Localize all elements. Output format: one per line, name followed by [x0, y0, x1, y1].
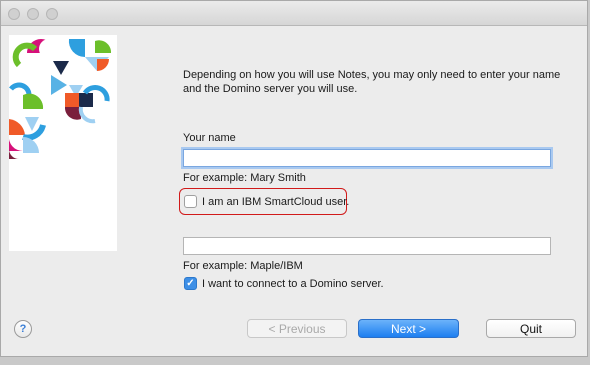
domino-checkbox-row[interactable]: ✓ I want to connect to a Domino server.: [184, 277, 384, 290]
domino-label[interactable]: I want to connect to a Domino server.: [202, 278, 384, 290]
decorative-artwork: [9, 35, 117, 251]
server-example-text: For example: Maple/IBM: [183, 260, 303, 272]
previous-button[interactable]: < Previous: [247, 319, 347, 338]
smartcloud-checkbox[interactable]: [184, 195, 197, 208]
name-input[interactable]: [183, 149, 551, 167]
intro-text: Depending on how you will use Notes, you…: [183, 69, 561, 95]
smartcloud-label[interactable]: I am an IBM SmartCloud user.: [202, 196, 349, 208]
domino-server-input[interactable]: [183, 237, 551, 255]
name-example-text: For example: Mary Smith: [183, 172, 306, 184]
smartcloud-checkbox-row[interactable]: I am an IBM SmartCloud user.: [184, 195, 349, 208]
domino-checkbox[interactable]: ✓: [184, 277, 197, 290]
title-bar: [1, 1, 587, 26]
minimize-window-icon[interactable]: [27, 8, 39, 20]
quit-button[interactable]: Quit: [486, 319, 576, 338]
next-button[interactable]: Next >: [358, 319, 459, 338]
close-window-icon[interactable]: [8, 8, 20, 20]
dialog-window: Depending on how you will use Notes, you…: [0, 0, 588, 357]
help-icon[interactable]: ?: [14, 320, 32, 338]
your-name-label: Your name: [183, 132, 236, 144]
zoom-window-icon[interactable]: [46, 8, 58, 20]
artwork-shapes-icon: [9, 39, 112, 159]
